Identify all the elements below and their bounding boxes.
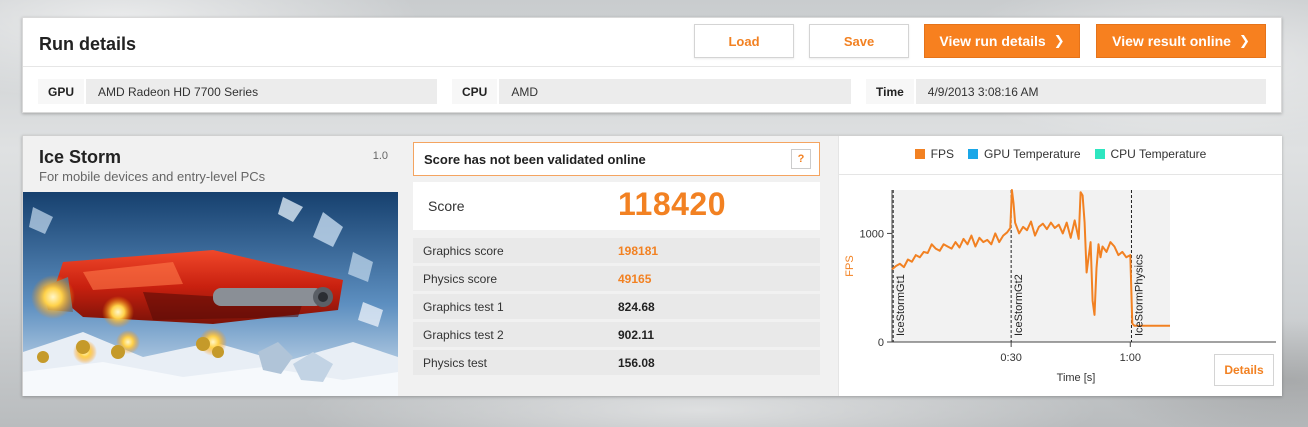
chevron-right-icon: ❯ <box>1238 33 1250 48</box>
legend-label: FPS <box>930 147 954 161</box>
x-tick-label: 1:00 <box>1120 352 1141 364</box>
stat-value: 49165 <box>618 271 652 286</box>
y-tick-label: 0 <box>878 337 884 349</box>
stat-row-graphics-score: Graphics score 198181 <box>413 238 820 263</box>
gpu-label: GPU <box>38 79 87 104</box>
stat-label: Graphics test 2 <box>423 327 504 342</box>
run-details-title: Run details <box>39 34 137 54</box>
stat-label: Physics score <box>423 271 498 286</box>
stat-row-graphics-test-1: Graphics test 1 824.68 <box>413 294 820 319</box>
test-name: Ice Storm <box>39 147 122 167</box>
chart-legend: FPS GPU Temperature CPU Temperature <box>839 147 1282 161</box>
monitoring-chart: FPS GPU Temperature CPU Temperature 0 100… <box>838 136 1282 396</box>
cpu-label: CPU <box>452 79 500 104</box>
test-marker-label: IceStormPhysics <box>1133 254 1145 336</box>
stat-value: 198181 <box>618 243 659 258</box>
stat-label: Graphics score <box>423 243 504 258</box>
plot-area <box>892 190 1170 342</box>
view-run-details-button[interactable]: View run details ❯ <box>924 24 1080 58</box>
x-tick-label: 0:30 <box>1000 352 1021 364</box>
test-marker-label: IceStormGt1 <box>895 274 907 336</box>
save-button[interactable]: Save <box>809 24 909 58</box>
divider <box>23 66 1281 67</box>
score-value: 118420 <box>618 186 727 222</box>
legend-swatch <box>1094 149 1105 159</box>
cpu-field: CPU AMD <box>452 79 851 104</box>
run-details-panel: Run details Load Save View run details ❯… <box>22 17 1282 113</box>
chevron-right-icon: ❯ <box>1053 33 1065 48</box>
x-axis-title: Time [s] <box>1057 372 1096 384</box>
legend-item-cpu-temperature[interactable]: CPU Temperature <box>1094 147 1207 161</box>
cpu-value: AMD <box>511 84 539 99</box>
view-run-details-label: View run details <box>939 33 1046 49</box>
view-result-online-button[interactable]: View result online ❯ <box>1096 24 1266 58</box>
help-button[interactable]: ? <box>791 149 811 169</box>
stat-row-physics-test: Physics test 156.08 <box>413 350 820 375</box>
legend-label: CPU Temperature <box>1110 147 1207 161</box>
test-artwork-image <box>23 192 398 396</box>
stat-value: 902.11 <box>618 327 655 342</box>
test-marker-label: IceStormGt2 <box>1013 274 1025 336</box>
test-version: 1.0 <box>372 150 388 162</box>
chart-details-button[interactable]: Details <box>1214 354 1274 386</box>
stat-value: 156.08 <box>618 355 655 370</box>
score-box: Score 118420 <box>413 182 820 230</box>
stat-row-graphics-test-2: Graphics test 2 902.11 <box>413 322 820 347</box>
divider <box>839 174 1282 175</box>
gpu-field: GPU AMD Radeon HD 7700 Series <box>38 79 437 104</box>
test-description: For mobile devices and entry-level PCs <box>39 169 266 184</box>
score-section: Score has not been validated online ? Sc… <box>398 136 838 396</box>
legend-item-gpu-temperature[interactable]: GPU Temperature <box>968 147 1081 161</box>
stat-label: Graphics test 1 <box>423 299 504 314</box>
validation-message: Score has not been validated online <box>424 151 646 167</box>
legend-label: GPU Temperature <box>984 147 1081 161</box>
legend-item-fps[interactable]: FPS <box>914 147 954 161</box>
stat-value: 824.68 <box>618 299 655 314</box>
stat-label: Physics test <box>423 355 488 370</box>
result-panel: Ice Storm 1.0 For mobile devices and ent… <box>22 135 1282 396</box>
test-info: Ice Storm 1.0 For mobile devices and ent… <box>23 136 398 396</box>
time-value: 4/9/2013 3:08:16 AM <box>927 84 1039 99</box>
y-tick-label: 1000 <box>860 228 884 240</box>
score-label: Score <box>428 198 465 214</box>
validation-warning: Score has not been validated online ? <box>413 142 820 176</box>
legend-swatch <box>914 149 925 159</box>
load-button[interactable]: Load <box>694 24 794 58</box>
stat-row-physics-score: Physics score 49165 <box>413 266 820 291</box>
legend-swatch <box>968 149 978 159</box>
time-label: Time <box>866 79 916 104</box>
view-result-online-label: View result online <box>1112 33 1231 49</box>
time-field: Time 4/9/2013 3:08:16 AM <box>866 79 1266 104</box>
y-axis-title: FPS <box>844 255 856 276</box>
gpu-value: AMD Radeon HD 7700 Series <box>98 84 259 99</box>
